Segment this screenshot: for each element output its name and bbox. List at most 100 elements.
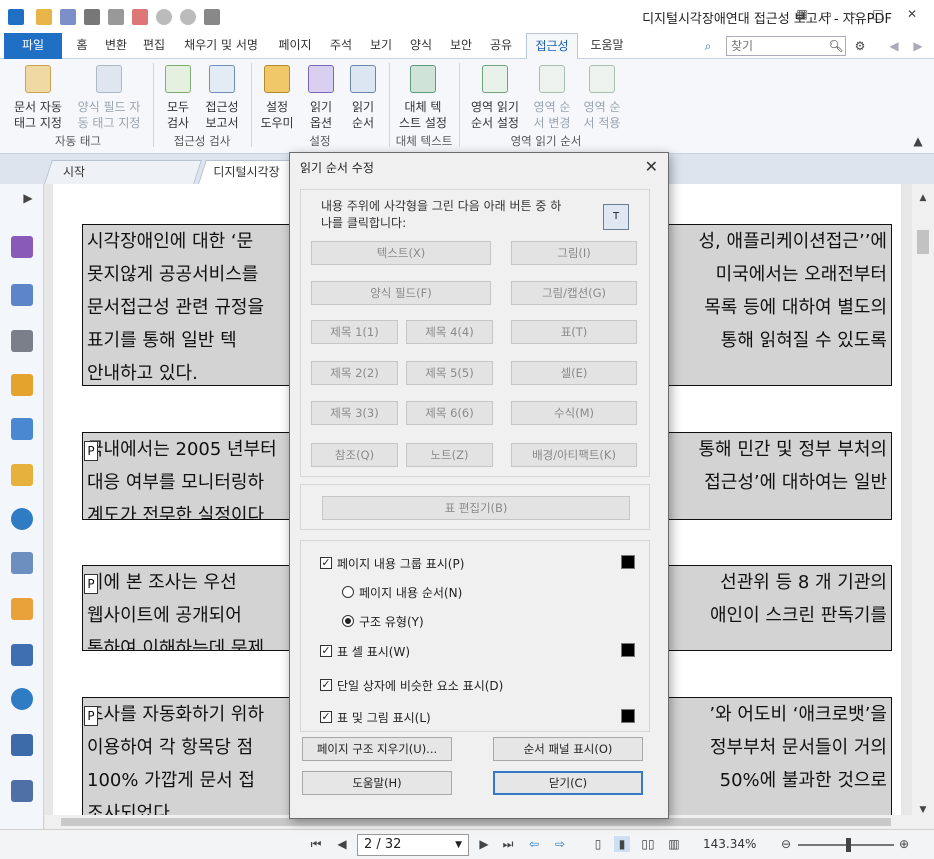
scroll-down-icon[interactable]: ▼ bbox=[915, 802, 931, 818]
clear-page-structure-button[interactable]: 페이지 구조 지우기(U)... bbox=[302, 737, 452, 761]
cells-color-swatch[interactable] bbox=[621, 643, 635, 657]
background-artifact-button[interactable]: 배경/아티팩트(K) bbox=[511, 443, 637, 467]
hscroll-thumb[interactable] bbox=[61, 818, 891, 826]
set-region-read-order-button[interactable]: 영역 읽기 순서 설정 bbox=[464, 65, 526, 131]
structure-type-radio[interactable] bbox=[342, 615, 354, 627]
tab-convert[interactable]: 변환 bbox=[102, 33, 130, 59]
zoom-slider-handle[interactable] bbox=[846, 838, 851, 852]
tab-form[interactable]: 양식 bbox=[406, 33, 436, 59]
heading-3-button[interactable]: 제목 3(3) bbox=[311, 401, 398, 425]
maximize-button[interactable]: □ bbox=[870, 6, 886, 22]
continuous-page-icon[interactable]: ▮ bbox=[614, 836, 630, 852]
tab-edit[interactable]: 편집 bbox=[140, 33, 168, 59]
text-button[interactable]: 텍스트(X) bbox=[311, 241, 491, 265]
zoom-in-icon[interactable]: ⊕ bbox=[896, 836, 912, 852]
two-page-icon[interactable]: ▯▯ bbox=[640, 836, 656, 852]
change-region-order-button[interactable]: 영역 순서 변경 bbox=[528, 65, 576, 131]
tab-page[interactable]: 페이지 bbox=[274, 33, 316, 59]
accessibility-report-button[interactable]: 접근성 보고서 bbox=[200, 65, 244, 131]
full-check-button[interactable]: 모두 검사 bbox=[160, 65, 196, 131]
tab-fill-sign[interactable]: 채우기 및 서명 bbox=[178, 33, 264, 59]
close-icon[interactable]: ✕ bbox=[645, 157, 658, 176]
grid-view-icon[interactable]: ▦ bbox=[794, 6, 810, 22]
show-cells-checkbox[interactable]: ✓ bbox=[320, 645, 332, 657]
next-page-icon[interactable]: ▶ bbox=[476, 836, 492, 852]
note-button[interactable]: 노트(Z) bbox=[406, 443, 493, 467]
two-page-continuous-icon[interactable]: ▥ bbox=[666, 836, 682, 852]
table-editor-button[interactable]: 표 편집기(B) bbox=[322, 496, 630, 520]
show-tables-figures-checkbox[interactable]: ✓ bbox=[320, 711, 332, 723]
last-page-icon[interactable]: ⏭ bbox=[500, 836, 516, 852]
tab-security[interactable]: 보안 bbox=[446, 33, 476, 59]
tab-share[interactable]: 공유 bbox=[486, 33, 516, 59]
vertical-scrollbar[interactable]: ▲ ▼ bbox=[912, 184, 934, 829]
minimize-button[interactable]: ─ bbox=[844, 6, 860, 22]
search-icon[interactable]: 🔍︎ bbox=[828, 38, 844, 54]
scroll-up-icon[interactable]: ▲ bbox=[915, 190, 931, 206]
show-groups-checkbox[interactable]: ✓ bbox=[320, 557, 332, 569]
heading-2-button[interactable]: 제목 2(2) bbox=[311, 361, 398, 385]
single-page-icon[interactable]: ▯ bbox=[590, 836, 606, 852]
scroll-thumb[interactable] bbox=[917, 230, 929, 254]
prev-page-icon[interactable]: ◀ bbox=[334, 836, 350, 852]
ribbon-toggle-icon[interactable]: ▭ bbox=[818, 6, 834, 22]
layers-icon[interactable] bbox=[11, 330, 33, 352]
lock-icon[interactable] bbox=[11, 464, 33, 486]
alt-text-settings-button[interactable]: 대체 텍 스트 설정 bbox=[394, 65, 452, 131]
tab-comment[interactable]: 주석 bbox=[326, 33, 356, 59]
tab-file[interactable]: 파일 bbox=[4, 33, 62, 59]
tab-start[interactable]: 시작 bbox=[44, 160, 202, 184]
expand-panel-icon[interactable]: ▶ bbox=[20, 190, 36, 206]
page-order-radio[interactable] bbox=[342, 586, 354, 598]
close-dialog-button[interactable]: 닫기(C) bbox=[493, 771, 643, 795]
table-button[interactable]: 표(T) bbox=[511, 320, 637, 344]
heading-6-button[interactable]: 제목 6(6) bbox=[406, 401, 493, 425]
forward-icon[interactable]: ▶ bbox=[910, 38, 926, 54]
cell-button[interactable]: 셀(E) bbox=[511, 361, 637, 385]
first-page-icon[interactable]: ⏮ bbox=[308, 836, 324, 852]
auto-tag-form-fields-button[interactable]: 양식 필드 자동 태그 지정 bbox=[74, 65, 144, 131]
tab-home[interactable]: 홈 bbox=[72, 33, 92, 59]
copy-icon[interactable] bbox=[11, 284, 33, 306]
figure-caption-button[interactable]: 그림/캡션(G) bbox=[511, 281, 637, 305]
close-window-button[interactable]: ✕ bbox=[904, 6, 920, 22]
form-field-button[interactable]: 양식 필드(F) bbox=[311, 281, 491, 305]
draw-region-icon[interactable]: T bbox=[603, 204, 629, 230]
sign-icon[interactable] bbox=[11, 780, 33, 802]
gear-icon[interactable]: ⚙ bbox=[852, 38, 868, 54]
setup-assistant-button[interactable]: 설정 도우미 bbox=[256, 65, 298, 131]
pages-icon[interactable] bbox=[11, 236, 33, 258]
page-number-input[interactable]: 2 / 32 ▼ bbox=[357, 834, 469, 856]
show-order-panel-button[interactable]: 순서 패널 표시(O) bbox=[493, 737, 643, 761]
reference-button[interactable]: 참조(Q) bbox=[311, 443, 398, 467]
heading-5-button[interactable]: 제목 5(5) bbox=[406, 361, 493, 385]
back-icon[interactable]: ◀ bbox=[886, 38, 902, 54]
figure-button[interactable]: 그림(I) bbox=[511, 241, 637, 265]
apply-region-order-button[interactable]: 영역 순서 적용 bbox=[578, 65, 626, 131]
reading-order-icon[interactable] bbox=[11, 688, 33, 710]
fields-icon[interactable] bbox=[11, 734, 33, 756]
next-view-icon[interactable]: ⇨ bbox=[552, 836, 568, 852]
read-options-button[interactable]: 읽기 옵션 bbox=[302, 65, 340, 131]
comments-icon[interactable] bbox=[11, 374, 33, 396]
formula-button[interactable]: 수식(M) bbox=[511, 401, 637, 425]
heading-1-button[interactable]: 제목 1(1) bbox=[311, 320, 398, 344]
zoom-out-icon[interactable]: ⊖ bbox=[778, 836, 794, 852]
attachment-icon[interactable] bbox=[11, 418, 33, 440]
tab-view[interactable]: 보기 bbox=[366, 33, 396, 59]
auto-tag-document-button[interactable]: 문서 자동 태그 지정 bbox=[8, 65, 68, 131]
report-sidebar-icon[interactable] bbox=[11, 552, 33, 574]
accessibility-check-icon[interactable] bbox=[11, 508, 33, 530]
heading-4-button[interactable]: 제목 4(4) bbox=[406, 320, 493, 344]
help-button[interactable]: 도움말(H) bbox=[302, 771, 452, 795]
prev-view-icon[interactable]: ⇦ bbox=[526, 836, 542, 852]
content-icon[interactable] bbox=[11, 644, 33, 666]
find-options-icon[interactable]: ⌕ bbox=[700, 38, 716, 54]
tables-figures-color-swatch[interactable] bbox=[621, 709, 635, 723]
tab-help[interactable]: 도움말 bbox=[586, 33, 628, 59]
tab-accessibility[interactable]: 접근성 bbox=[526, 33, 578, 59]
collapse-ribbon-icon[interactable]: ▲ bbox=[910, 133, 926, 149]
groups-color-swatch[interactable] bbox=[621, 555, 635, 569]
single-box-checkbox[interactable]: ✓ bbox=[320, 679, 332, 691]
tags-icon[interactable] bbox=[11, 598, 33, 620]
